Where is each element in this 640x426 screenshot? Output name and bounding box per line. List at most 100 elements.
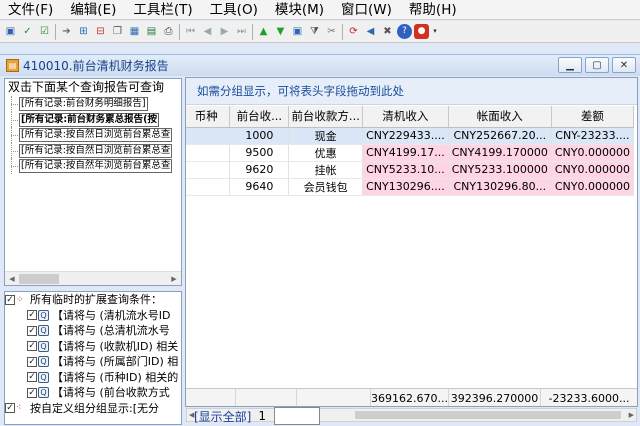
menu-bar: 文件(F) 编辑(E) 工具栏(T) 工具(O) 模块(M) 窗口(W) 帮助(… — [0, 0, 640, 20]
condition-item[interactable]: ✓ Q 【请将与 (收款机ID) 相关 — [27, 339, 181, 355]
report-tree-header: 双击下面某个查询报告可查询 — [8, 80, 165, 94]
toolbar: ▣ ✓ ☑ ➔ ⊞ ⊟ ❐ ▦ ▤ ⎙ ⏮ ◀ ▶ ⏭ ▲ ▼ ▣ ⧩ ✂ ⟳ … — [0, 21, 640, 43]
scroll-left-icon[interactable]: ◀ — [6, 273, 18, 285]
check-icon[interactable]: ✓ — [20, 24, 35, 39]
condition-item[interactable]: ✓ Q 【请将与 (总清机流水号 — [27, 323, 181, 339]
restore-button[interactable]: ▢ — [585, 57, 609, 73]
first-icon[interactable]: ⏮ — [183, 24, 198, 39]
menu-toolbar[interactable]: 工具栏(T) — [125, 0, 201, 20]
report-grid: 如需分组显示，可将表头字段拖动到此处 币种 前台收... 前台收款方... 清机… — [185, 77, 638, 407]
sound-icon[interactable]: ◀ — [363, 24, 378, 39]
conditions-header: 所有临时的扩展查询条件： — [30, 293, 162, 306]
column-header-payment-method[interactable]: 前台收款方... — [288, 106, 364, 128]
query-icon: Q — [38, 356, 49, 368]
report-item[interactable]: [所有记录:前台财务明细报告] — [5, 96, 181, 112]
toolbar-separator — [55, 23, 56, 40]
column-header-difference[interactable]: 差额 — [551, 106, 635, 128]
conditions-header-row[interactable]: ✓ ⁘ 所有临时的扩展查询条件： — [5, 292, 181, 308]
preview-icon[interactable]: ▣ — [290, 24, 305, 39]
menu-edit[interactable]: 编辑(E) — [62, 0, 125, 20]
column-header-clearing-income[interactable]: 清机收入 — [362, 106, 449, 128]
menu-tools[interactable]: 工具(O) — [202, 0, 267, 20]
total-difference: -23233.6000... — [548, 392, 630, 405]
checkbox[interactable]: ✓ — [27, 325, 37, 336]
minimize-button[interactable]: ▁ — [558, 57, 582, 73]
menu-window[interactable]: 窗口(W) — [333, 0, 401, 20]
table-icon[interactable]: ▦ — [127, 24, 142, 39]
filter-icon[interactable]: ⧩ — [307, 24, 322, 39]
group-icon: ⁖ — [16, 403, 22, 414]
close-icon[interactable]: ● — [414, 24, 429, 39]
toolbar-separator — [252, 23, 253, 40]
totals-row: 369162.670... 392396.270000 -23233.6000.… — [186, 388, 637, 406]
tools-icon[interactable]: ✂ — [324, 24, 339, 39]
column-header-currency[interactable]: 币种 — [186, 106, 231, 128]
check-list-icon[interactable]: ☑ — [37, 24, 52, 39]
group-drop-area[interactable]: 如需分组显示，可将表头字段拖动到此处 — [186, 78, 637, 105]
table-row[interactable]: 9500 优惠 CNY4199.17... CNY4199.170000 CNY… — [186, 144, 635, 162]
scroll-right-icon[interactable]: ▶ — [629, 409, 634, 421]
scroll-thumb[interactable] — [355, 411, 621, 419]
excel-icon[interactable]: ▤ — [144, 24, 159, 39]
settings-icon[interactable]: ✖ — [380, 24, 395, 39]
scroll-right-icon[interactable]: ▶ — [168, 273, 180, 285]
checkbox[interactable]: ✓ — [5, 294, 15, 305]
report-item[interactable]: [所有记录:按自然日浏览前台累总查 — [5, 127, 181, 143]
report-tree-panel: 双击下面某个查询报告可查询 [所有记录:前台财务明细报告] [所有记录:前台财务… — [4, 78, 182, 286]
checkbox[interactable]: ✓ — [5, 403, 15, 414]
group-by-label: 按自定义组分组显示:[无分 — [30, 401, 159, 415]
down-green-icon[interactable]: ▼ — [273, 24, 288, 39]
condition-item[interactable]: ✓ Q 【请将与 (前台收款方式 — [27, 385, 181, 401]
save-icon[interactable]: ▣ — [3, 24, 18, 39]
last-icon[interactable]: ⏭ — [234, 24, 249, 39]
show-all-link[interactable]: [显示全部] — [194, 408, 251, 425]
query-icon: Q — [38, 387, 49, 399]
prev-icon[interactable]: ◀ — [200, 24, 215, 39]
report-item-selected[interactable]: [所有记录:前台财务累总报告(按 — [5, 111, 181, 128]
toolbar-separator — [179, 23, 180, 40]
arrow-icon[interactable]: ➔ — [59, 24, 74, 39]
group-by-row[interactable]: ✓ ⁖ 按自定义组分组显示:[无分 — [5, 401, 181, 417]
condition-item[interactable]: ✓ Q 【请将与 (所属部门ID) 相 — [27, 354, 181, 370]
scroll-thumb[interactable] — [19, 274, 59, 284]
table-row[interactable]: 9620 挂帐 CNY5233.10... CNY5233.100000 CNY… — [186, 161, 635, 179]
delete-row-icon[interactable]: ⊟ — [93, 24, 108, 39]
total-clearing-income: 369162.670... — [371, 392, 448, 405]
print-icon[interactable]: ⎙ — [161, 24, 176, 39]
report-icon: ▤ — [6, 59, 19, 72]
window-titlebar: ▤ 410010.前台清机财务报告 ▁ ▢ ✕ — [0, 55, 640, 76]
close-window-button[interactable]: ✕ — [612, 57, 636, 73]
column-header-book-income[interactable]: 帐面收入 — [448, 106, 552, 128]
menu-help[interactable]: 帮助(H) — [401, 0, 466, 20]
help-icon[interactable]: ? — [397, 24, 412, 39]
checkbox[interactable]: ✓ — [27, 356, 37, 367]
up-green-icon[interactable]: ▲ — [256, 24, 271, 39]
report-item[interactable]: [所有记录:按自然日浏览前台累总查 — [5, 142, 181, 159]
page-input[interactable] — [274, 407, 321, 425]
copy-icon[interactable]: ❐ — [110, 24, 125, 39]
pager: [显示全部] 1 — [194, 407, 321, 425]
report-window: ▤ 410010.前台清机财务报告 ▁ ▢ ✕ 双击下面某个查询报告可查询 [所… — [0, 54, 640, 426]
report-tree-scrollbar[interactable]: ◀ ▶ — [5, 271, 181, 285]
column-header-pos-code[interactable]: 前台收... — [229, 106, 290, 128]
query-icon: Q — [38, 340, 49, 352]
query-icon: Q — [38, 309, 49, 321]
table-row[interactable]: 1000 现金 CNY229433.... CNY252667.20... CN… — [186, 127, 635, 145]
condition-item[interactable]: ✓ Q 【请将与 (清机流水号ID — [27, 308, 181, 324]
menu-module[interactable]: 模块(M) — [267, 0, 333, 20]
condition-item[interactable]: ✓ Q 【请将与 (币种ID) 相关的 — [27, 370, 181, 386]
checkbox[interactable]: ✓ — [27, 372, 37, 383]
insert-row-icon[interactable]: ⊞ — [76, 24, 91, 39]
checkbox[interactable]: ✓ — [27, 341, 37, 352]
checkbox[interactable]: ✓ — [27, 387, 37, 398]
page-number: 1 — [258, 409, 267, 423]
dropdown-arrow-icon[interactable]: ▾ — [431, 24, 439, 39]
refresh-icon[interactable]: ⟳ — [346, 24, 361, 39]
query-icon: Q — [38, 325, 49, 337]
checkbox[interactable]: ✓ — [27, 310, 37, 321]
table-row[interactable]: 9640 会员钱包 CNY130296.... CNY130296.80... … — [186, 178, 635, 196]
next-icon[interactable]: ▶ — [217, 24, 232, 39]
menu-file[interactable]: 文件(F) — [0, 0, 62, 20]
toolbar-separator — [342, 23, 343, 40]
report-item[interactable]: [所有记录:按自然年浏览前台累总查 — [5, 158, 181, 174]
